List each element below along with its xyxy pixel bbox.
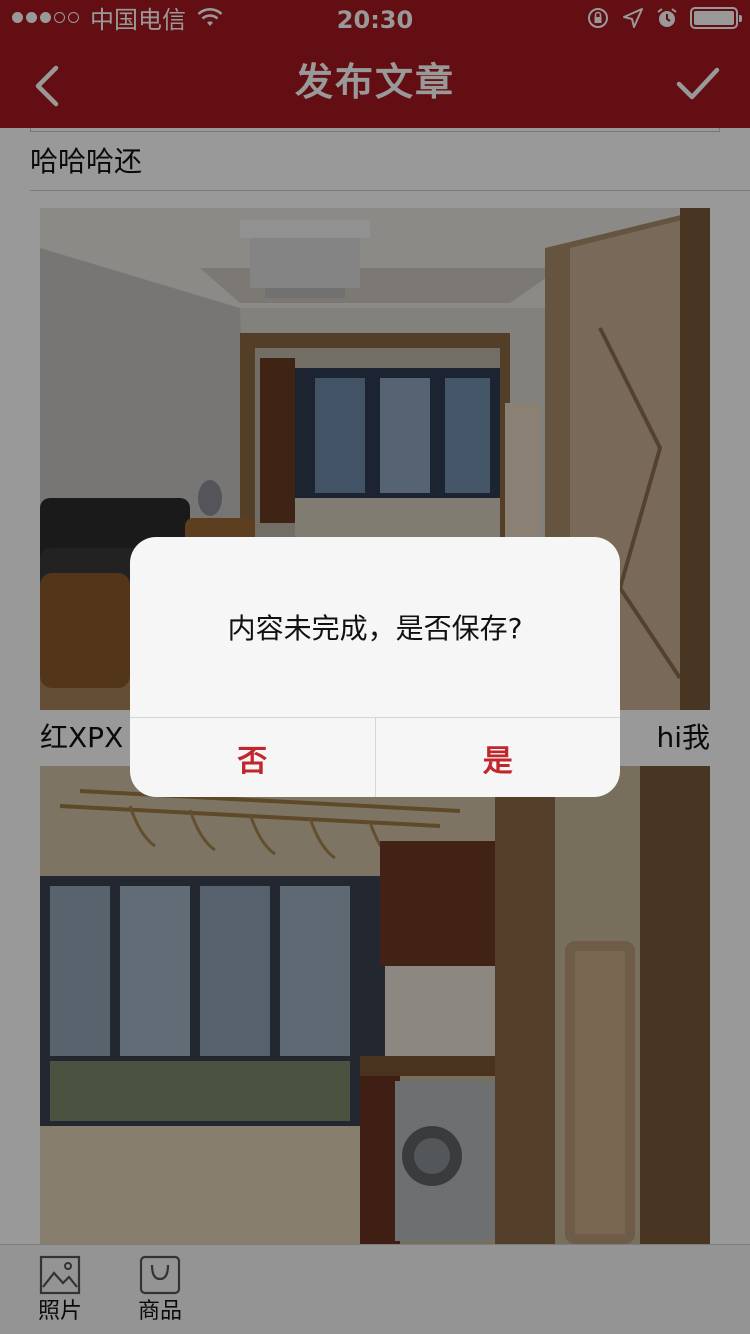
dialog-message: 内容未完成，是否保存?: [227, 612, 523, 645]
dialog-actions: 否 是: [130, 717, 620, 797]
dialog-no-button[interactable]: 否: [130, 718, 375, 797]
dialog-yes-button[interactable]: 是: [374, 718, 621, 797]
save-confirm-dialog: 内容未完成，是否保存? 否 是: [130, 537, 620, 797]
